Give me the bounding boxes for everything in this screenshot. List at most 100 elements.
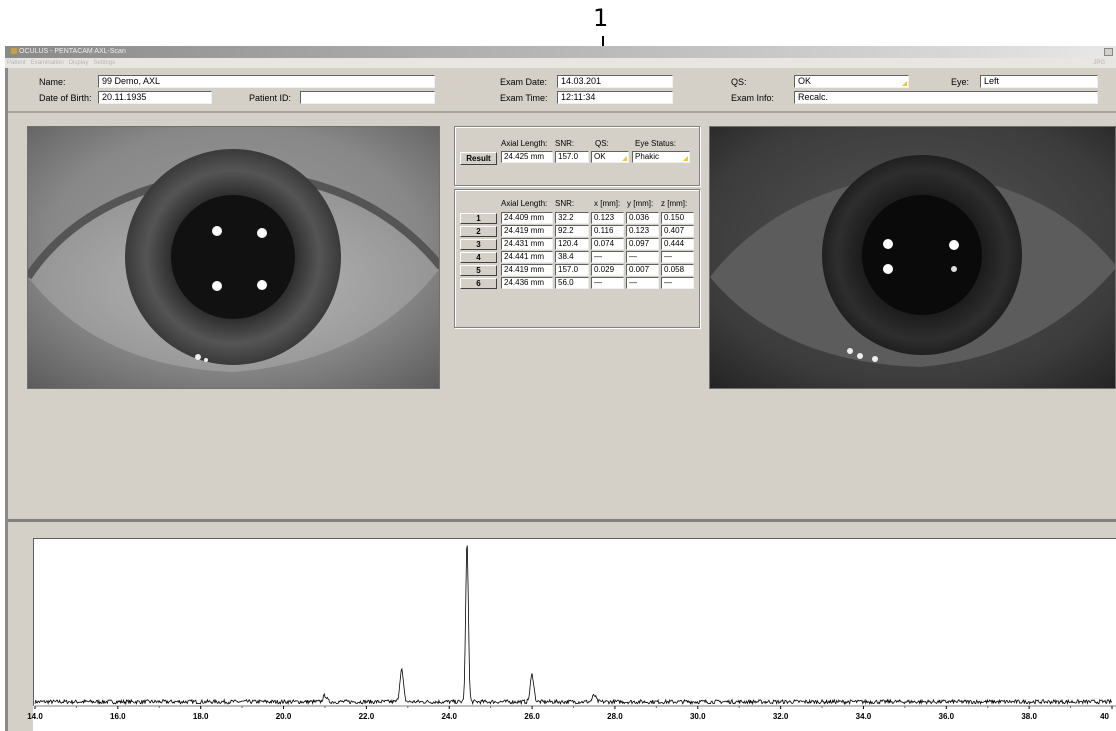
x-tick-label: 36.0	[939, 712, 955, 721]
measurement-y-field[interactable]: 0.007	[626, 264, 659, 276]
meas-z-header: z [mm]:	[661, 199, 688, 208]
measurement-axial-field[interactable]: 24.441 mm	[501, 251, 553, 263]
patient-header: Name: 99 Demo, AXL Date of Birth: 20.11.…	[8, 68, 1116, 113]
measurement-snr-field[interactable]: 157.0	[555, 264, 589, 276]
dob-label: Date of Birth:	[39, 93, 92, 103]
result-status-field[interactable]: Phakic	[632, 151, 690, 163]
measurement-z-field[interactable]: 0.407	[661, 225, 694, 237]
upper-panel: Axial Length: SNR: QS: Eye Status: Resul…	[8, 115, 1116, 519]
scan-panel: 14.0 16.0 18.0 20.0 22.0 24.0 26.0 28.0 30.0 32.0…	[8, 522, 1116, 731]
x-tick-label: 28.0	[607, 712, 623, 721]
right-eye-svg	[710, 127, 1115, 388]
measurement-y-field[interactable]: 0.036	[626, 212, 659, 224]
x-tick-label: 20.0	[276, 712, 292, 721]
patient-id-label: Patient ID:	[249, 93, 292, 103]
measurement-button-4[interactable]: 4	[460, 252, 497, 263]
measurement-axial-field[interactable]: 24.436 mm	[501, 277, 553, 289]
qs-label: QS:	[731, 77, 747, 87]
measurement-x-field[interactable]: —	[591, 277, 624, 289]
application-window: OCULUS - PENTACAM AXL-Scan Patient Examin…	[5, 46, 1116, 731]
x-tick-label: 14.0	[27, 712, 43, 721]
measurement-snr-field[interactable]: 38.4	[555, 251, 589, 263]
exam-info-field[interactable]: Recalc.	[794, 91, 1098, 104]
result-snr-header: SNR:	[555, 139, 575, 148]
measurement-y-field[interactable]: —	[626, 277, 659, 289]
measurement-snr-field[interactable]: 92.2	[555, 225, 589, 237]
x-tick-label: 34.0	[856, 712, 872, 721]
measurement-x-field[interactable]: 0.074	[591, 238, 624, 250]
exam-time-field[interactable]: 12:11:34	[557, 91, 673, 104]
qs-value: OK	[798, 76, 812, 86]
exam-time-label: Exam Time:	[500, 93, 548, 103]
qs-indicator-icon	[902, 81, 907, 86]
x-tick-label: 24.0	[441, 712, 457, 721]
eye-field[interactable]: Left	[980, 75, 1098, 88]
meas-axial-header: Axial Length:	[501, 199, 548, 208]
left-eye-image	[27, 126, 440, 389]
measurement-axial-field[interactable]: 24.419 mm	[501, 264, 553, 276]
exam-date-field[interactable]: 14.03.201	[557, 75, 673, 88]
measurements-group: Axial Length: SNR: x [mm]: y [mm]: z [mm…	[454, 189, 700, 328]
window-title: OCULUS - PENTACAM AXL-Scan	[19, 48, 126, 55]
measurement-x-field[interactable]: 0.029	[591, 264, 624, 276]
menu-examination[interactable]: Examination	[31, 60, 64, 66]
axl-scan-chart: 14.0 16.0 18.0 20.0 22.0 24.0 26.0 28.0 30.0 32.0…	[27, 545, 1116, 721]
result-group: Axial Length: SNR: QS: Eye Status: Resul…	[454, 126, 700, 186]
menu-jpg[interactable]: JPG	[1093, 58, 1105, 68]
right-eye-image	[709, 126, 1116, 389]
title-bar: OCULUS - PENTACAM AXL-Scan	[5, 46, 1116, 58]
x-tick-label: 18.0	[193, 712, 209, 721]
eye-label: Eye:	[951, 77, 970, 87]
measurement-axial-field[interactable]: 24.409 mm	[501, 212, 553, 224]
result-qs-field[interactable]: OK	[591, 151, 629, 163]
measurement-axial-field[interactable]: 24.419 mm	[501, 225, 553, 237]
measurement-y-field[interactable]: —	[626, 251, 659, 263]
meas-snr-header: SNR:	[555, 199, 575, 208]
exam-date-label: Exam Date:	[500, 77, 548, 87]
scan-signal-line	[34, 545, 1113, 706]
measurement-z-field[interactable]: 0.058	[661, 264, 694, 276]
result-status-header: Eye Status:	[635, 139, 676, 148]
measurement-z-field[interactable]: 0.444	[661, 238, 694, 250]
x-tick-label: 40	[1100, 712, 1109, 721]
name-label: Name:	[39, 77, 66, 87]
measurement-y-field[interactable]: 0.123	[626, 225, 659, 237]
result-axial-header: Axial Length:	[501, 139, 548, 148]
measurement-y-field[interactable]: 0.097	[626, 238, 659, 250]
close-icon[interactable]	[1104, 48, 1113, 56]
name-field[interactable]: 99 Demo, AXL	[98, 75, 435, 88]
x-tick-label: 16.0	[110, 712, 126, 721]
measurement-button-2[interactable]: 2	[460, 226, 497, 237]
result-axial-field[interactable]: 24.425 mm	[501, 151, 553, 163]
measurement-button-1[interactable]: 1	[460, 213, 497, 224]
menu-settings[interactable]: Settings	[93, 60, 115, 66]
measurement-button-3[interactable]: 3	[460, 239, 497, 250]
menu-display[interactable]: Display	[69, 60, 89, 66]
measurement-snr-field[interactable]: 120.4	[555, 238, 589, 250]
measurement-x-field[interactable]: —	[591, 251, 624, 263]
measurement-x-field[interactable]: 0.116	[591, 225, 624, 237]
exam-info-label: Exam Info:	[731, 93, 775, 103]
measurement-x-field[interactable]: 0.123	[591, 212, 624, 224]
measurement-snr-field[interactable]: 32.2	[555, 212, 589, 224]
callout-number: 1	[593, 4, 609, 32]
dob-field[interactable]: 20.11.1935	[98, 91, 212, 104]
result-qs-value: OK	[594, 152, 606, 161]
result-status-value: Phakic	[635, 152, 660, 161]
patient-id-field[interactable]	[300, 91, 435, 104]
measurement-z-field[interactable]: 0.150	[661, 212, 694, 224]
qs-field[interactable]: OK	[794, 75, 909, 88]
result-button[interactable]: Result	[460, 152, 497, 165]
measurement-z-field[interactable]: —	[661, 251, 694, 263]
measurement-button-5[interactable]: 5	[460, 265, 497, 276]
x-tick-label: 38.0	[1021, 712, 1037, 721]
measurement-axial-field[interactable]: 24.431 mm	[501, 238, 553, 250]
x-tick-label: 22.0	[359, 712, 375, 721]
measurement-snr-field[interactable]: 56.0	[555, 277, 589, 289]
measurement-z-field[interactable]: —	[661, 277, 694, 289]
measurement-button-6[interactable]: 6	[460, 278, 497, 289]
result-snr-field[interactable]: 157.0	[555, 151, 589, 163]
menu-bar: Patient Examination Display Settings JPG	[5, 58, 1116, 68]
menu-patient[interactable]: Patient	[7, 60, 26, 66]
x-tick-label: 32.0	[773, 712, 789, 721]
